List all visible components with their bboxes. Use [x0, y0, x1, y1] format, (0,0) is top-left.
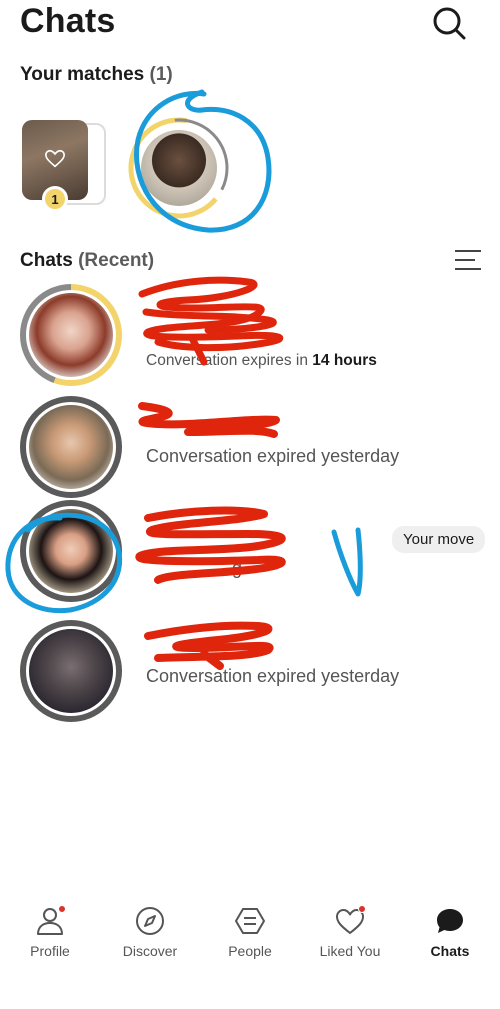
- match-avatar[interactable]: [123, 112, 235, 224]
- avatar-photo: [26, 626, 116, 716]
- liked-you-card[interactable]: 1: [22, 120, 108, 212]
- status-time: 14 hours: [312, 352, 377, 369]
- people-icon: [235, 908, 265, 934]
- chat-row[interactable]: Conversation expired yesterday: [0, 620, 500, 724]
- header: Chats: [20, 0, 480, 50]
- chat-avatar: [20, 396, 122, 498]
- nav-label: Liked You: [319, 943, 381, 959]
- chat-avatar: [20, 620, 122, 722]
- matches-count: (1): [149, 64, 173, 85]
- status-text: Conversation expires in: [146, 352, 308, 369]
- avatar-photo: [26, 290, 116, 380]
- page-title: Chats: [20, 2, 116, 40]
- nav-label: People: [228, 943, 272, 959]
- nav-label: Profile: [30, 943, 70, 959]
- chat-status: g: [232, 558, 243, 578]
- notification-dot: [358, 905, 366, 913]
- chats-title-label: Chats: [20, 250, 73, 271]
- matches-section-title: Your matches (1): [20, 64, 173, 86]
- chats-section-title: Chats (Recent): [20, 250, 154, 272]
- search-icon: [433, 7, 466, 40]
- chat-avatar: [20, 500, 122, 602]
- nav-item-discover[interactable]: Discover: [100, 890, 200, 980]
- avatar-photo: [26, 506, 116, 596]
- search-button[interactable]: [430, 4, 470, 44]
- nav-label: Discover: [122, 943, 178, 959]
- match-photo: [141, 130, 217, 206]
- compass-icon: [136, 907, 164, 935]
- avatar-photo: [26, 402, 116, 492]
- match-count-badge: 1: [42, 186, 68, 212]
- nav-item-profile[interactable]: Profile: [0, 890, 100, 980]
- nav-item-liked-you[interactable]: Liked You: [300, 890, 400, 980]
- chat-status: Conversation expired yesterday: [146, 446, 400, 466]
- heart-outline-icon: [45, 149, 65, 168]
- sort-lines-icon: [455, 250, 481, 270]
- sort-button[interactable]: [452, 246, 484, 274]
- chat-row[interactable]: Conversation expired yesterday: [0, 396, 500, 500]
- your-move-badge: Your move: [392, 526, 486, 553]
- chats-subtitle: (Recent): [78, 250, 155, 271]
- chat-row[interactable]: Conversation expires in 14 hours: [0, 284, 500, 388]
- chat-status: Conversation expired yesterday: [146, 666, 400, 686]
- nav-item-chats[interactable]: Chats: [400, 890, 500, 980]
- chat-status: Conversation expires in 14 hours: [146, 352, 377, 370]
- bottom-nav: Profile Discover People Liked You Chats: [0, 890, 500, 1009]
- notification-dot: [58, 905, 66, 913]
- chat-avatar: [20, 284, 122, 386]
- matches-title-label: Your matches: [20, 64, 145, 85]
- nav-label: Chats: [430, 943, 470, 959]
- nav-item-people[interactable]: People: [200, 890, 300, 980]
- chat-bubble-icon: [437, 909, 463, 933]
